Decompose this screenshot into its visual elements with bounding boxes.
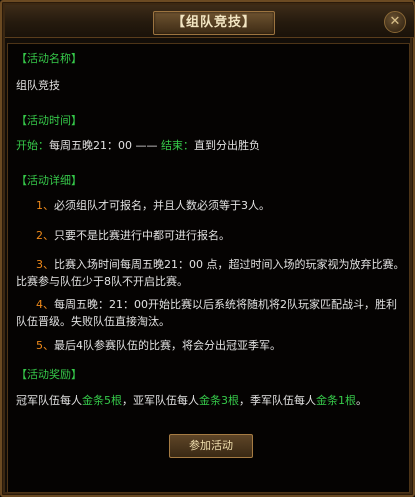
- detail-item: 2、只要不是比赛进行中都可进行报名。: [16, 227, 406, 244]
- detail-text: 比赛入场时间每周五晚21：00 点，超过时间入场的玩家视为放弃比赛。比赛参与队伍…: [16, 258, 405, 288]
- detail-item: 3、比赛入场时间每周五晚21：00 点，超过时间入场的玩家视为放弃比赛。比赛参与…: [16, 256, 406, 290]
- reward-part: ，季军队伍每人: [239, 394, 316, 407]
- detail-text: 必须组队才可报名，并且人数必须等于3人。: [54, 199, 270, 212]
- detail-item: 4、每周五晚：21：00开始比赛以后系统将随机将2队玩家匹配战斗，胜利队伍晋级。…: [16, 296, 406, 330]
- detail-text: 每周五晚：21：00开始比赛以后系统将随机将2队玩家匹配战斗，胜利队伍晋级。失败…: [16, 298, 397, 328]
- dialog-window: 【组队竞技】 ✕ 【活动名称】 组队竞技 【活动时间】 开始：每周五晚21：00…: [0, 0, 415, 497]
- detail-item: 5、最后4队参赛队伍的比赛，将会分出冠亚季军。: [16, 337, 406, 354]
- join-activity-button[interactable]: 参加活动: [169, 434, 253, 458]
- section-title-reward: 【活动奖励】: [16, 368, 82, 381]
- reward-text: 冠军队伍每人金条5根，亚军队伍每人金条3根，季军队伍每人金条1根。: [16, 392, 367, 409]
- reward-gold-first: 金条5根: [82, 394, 122, 407]
- close-button[interactable]: ✕: [384, 11, 406, 33]
- start-value: 每周五晚21：00 ——: [49, 139, 161, 152]
- reward-gold-second: 金条3根: [199, 394, 239, 407]
- detail-text: 最后4队参赛队伍的比赛，将会分出冠亚季军。: [54, 339, 281, 352]
- detail-num: 5、: [36, 339, 54, 352]
- activity-name: 组队竞技: [16, 79, 60, 92]
- section-title-detail: 【活动详细】: [16, 174, 82, 187]
- close-icon: ✕: [389, 14, 401, 29]
- reward-gold-third: 金条1根: [316, 394, 356, 407]
- detail-num: 1、: [36, 199, 54, 212]
- detail-num: 2、: [36, 229, 54, 242]
- end-value: 直到分出胜负: [194, 139, 260, 152]
- section-title-name: 【活动名称】: [16, 52, 82, 65]
- reward-part: 冠军队伍每人: [16, 394, 82, 407]
- detail-text: 只要不是比赛进行中都可进行报名。: [54, 229, 230, 242]
- title-bar: 【组队竞技】 ✕: [5, 5, 414, 38]
- content-panel: 【活动名称】 组队竞技 【活动时间】 开始：每周五晚21：00 —— 结束：直到…: [7, 43, 410, 493]
- activity-time: 开始：每周五晚21：00 —— 结束：直到分出胜负: [16, 137, 260, 154]
- dialog-title: 【组队竞技】: [153, 11, 275, 35]
- start-label: 开始：: [16, 139, 49, 152]
- reward-part: ，亚军队伍每人: [122, 394, 199, 407]
- detail-num: 3、: [36, 258, 54, 271]
- reward-part: 。: [356, 394, 367, 407]
- end-label: 结束：: [161, 139, 194, 152]
- section-title-time: 【活动时间】: [16, 114, 82, 127]
- detail-item: 1、必须组队才可报名，并且人数必须等于3人。: [16, 197, 406, 214]
- detail-num: 4、: [36, 298, 54, 311]
